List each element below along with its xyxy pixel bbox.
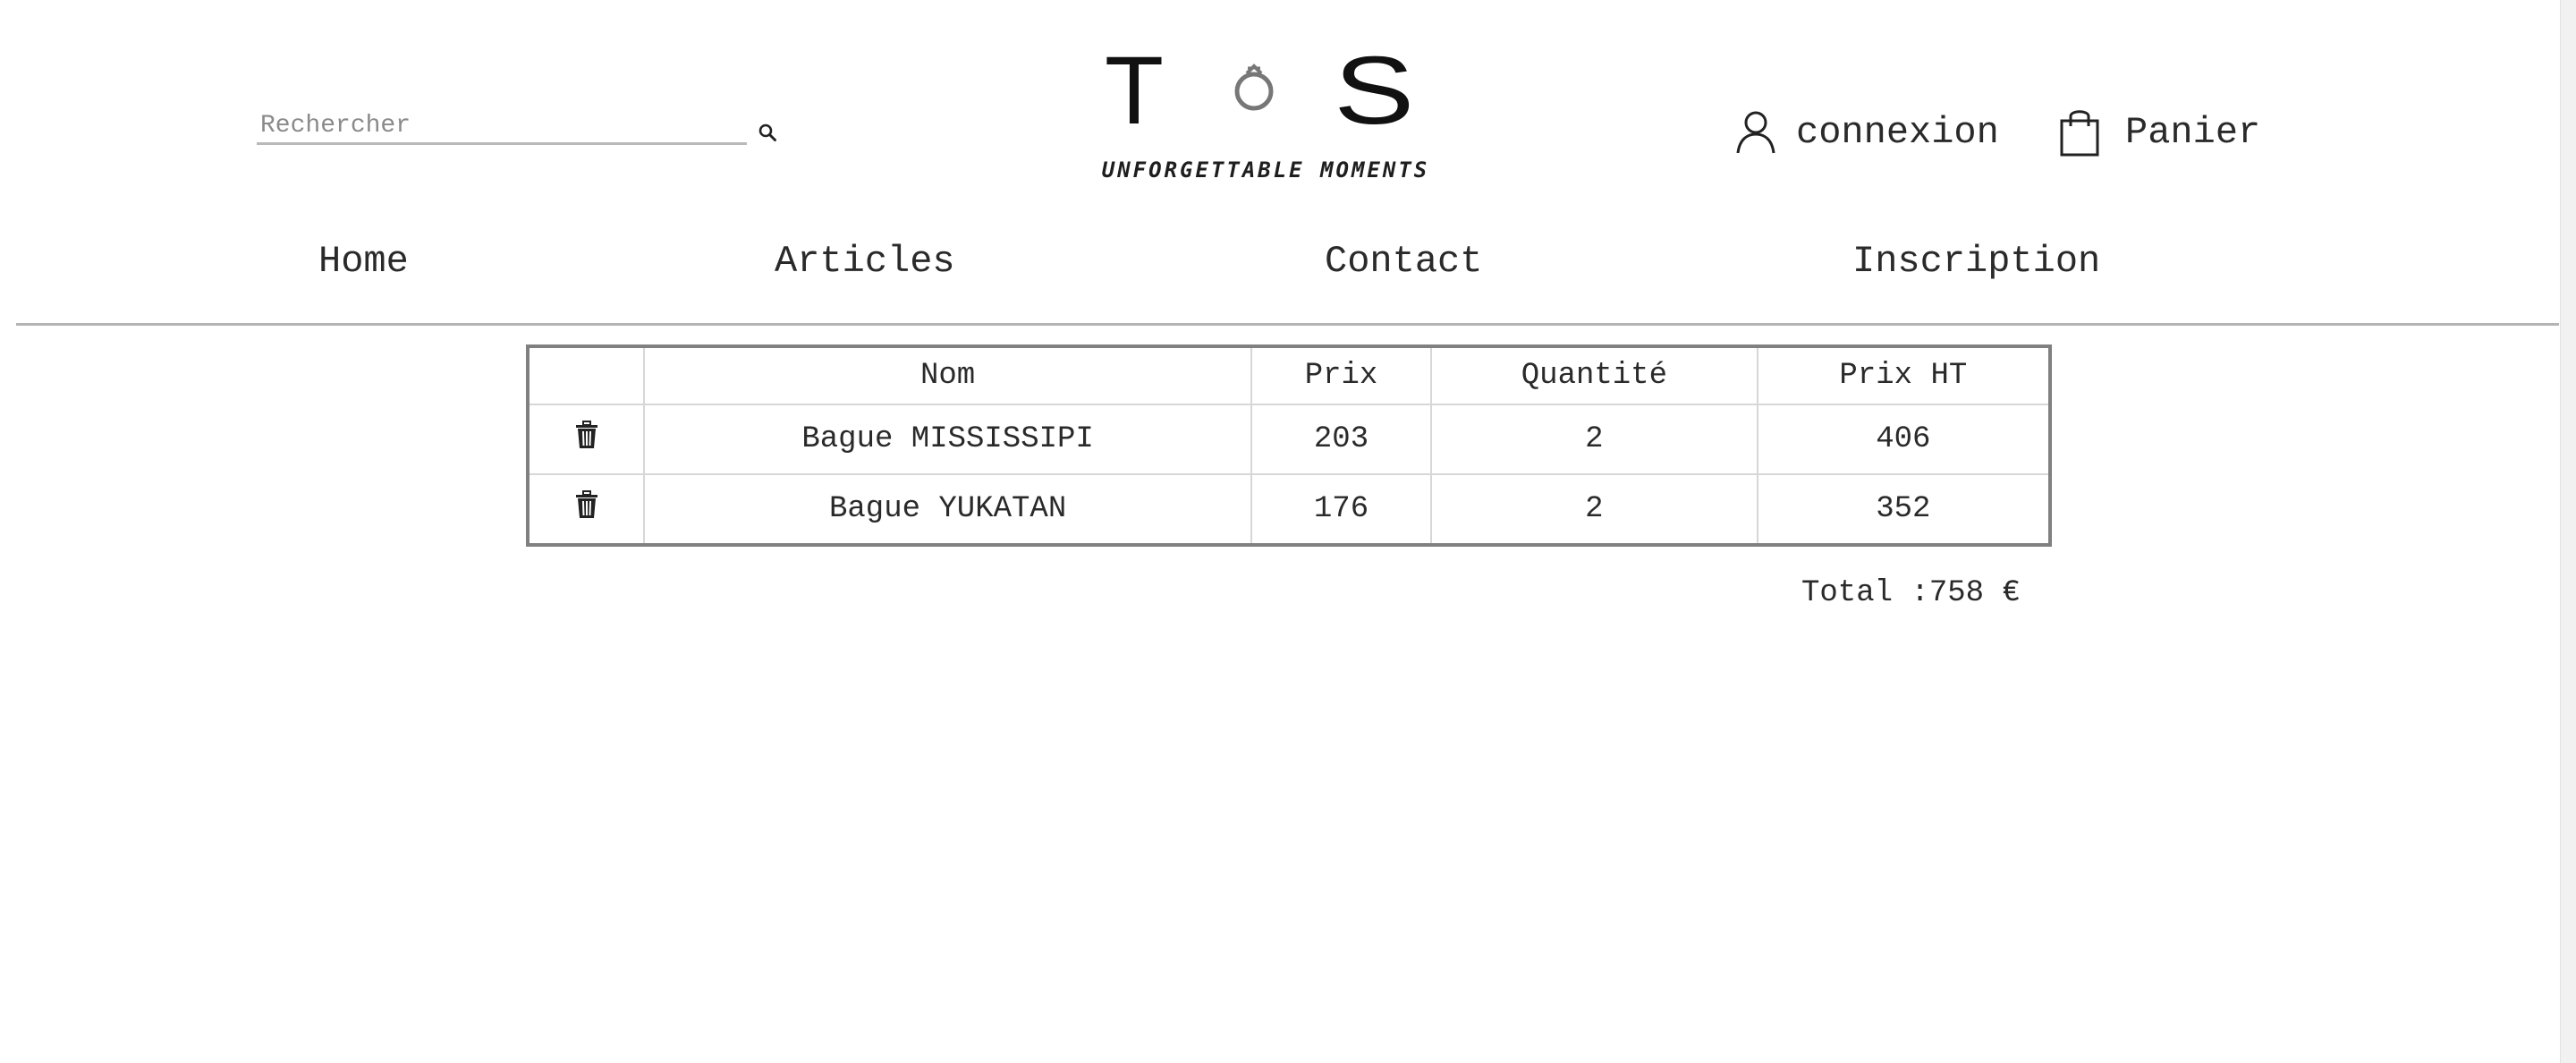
logo-letter-s: S [1334,45,1414,143]
cell-quantity: 2 [1430,404,1758,475]
search-bar [257,109,749,149]
nav-contact[interactable]: Contact [1325,240,1482,283]
cart-link[interactable]: Panier [2059,106,2260,159]
logo-letter-t: T [1105,45,1164,143]
vertical-scrollbar[interactable] [2560,0,2576,1063]
cart-total: Total :758 € [1801,576,2021,610]
nav-inscription[interactable]: Inscription [1852,240,2100,283]
trash-icon [575,421,597,449]
nav-articles[interactable]: Articles [775,240,955,283]
cell-name: Bague YUKATAN [643,473,1252,546]
logo-mark: T S [1105,36,1414,144]
header-total-ht: Prix HT [1756,345,2052,405]
header-delete [526,345,646,405]
user-icon [1736,111,1775,154]
cell-quantity: 2 [1430,473,1758,546]
search-icon [758,123,776,141]
cell-price: 203 [1250,404,1433,475]
cell-total-ht: 406 [1756,404,2052,475]
login-label: connexion [1796,111,1999,154]
search-button[interactable] [754,119,781,146]
header-quantity: Quantité [1430,345,1758,405]
delete-cell [526,404,646,475]
header-name: Nom [643,345,1252,405]
cart-table: Nom Prix Quantité Prix HT Bague MISSISSI… [526,344,2052,547]
table-header-row: Nom Prix Quantité Prix HT [526,345,2052,405]
delete-button[interactable] [575,490,598,519]
cart-label: Panier [2125,111,2261,154]
delete-cell [526,473,646,546]
logo-tagline: UNFORGETTABLE MOMENTS [1101,157,1430,183]
table-row: Bague YUKATAN 176 2 352 [526,473,2052,546]
shopping-bag-icon [2060,110,2099,157]
login-link[interactable]: connexion [1735,106,1999,159]
nav-home[interactable]: Home [318,240,409,283]
search-input[interactable] [257,109,747,145]
ring-icon [1234,64,1274,111]
cell-name: Bague MISSISSIPI [643,404,1252,475]
trash-icon [575,490,597,519]
delete-button[interactable] [575,421,598,449]
header-divider [16,323,2559,326]
cell-total-ht: 352 [1756,473,2052,546]
table-row: Bague MISSISSIPI 203 2 406 [526,404,2052,475]
header-price: Prix [1250,345,1433,405]
cell-price: 176 [1250,473,1433,546]
